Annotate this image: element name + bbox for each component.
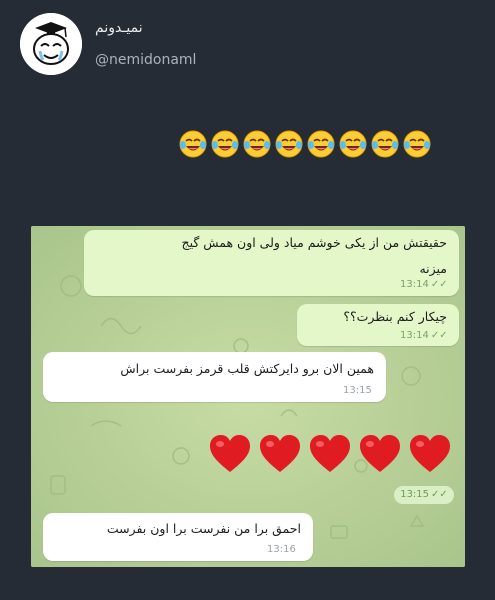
hearts-message bbox=[208, 434, 452, 474]
message-bubble-incoming: احمق برا من نفرست برا اون بفرست 13:16 bbox=[43, 513, 313, 561]
display-name[interactable]: نمیـدونم bbox=[95, 20, 143, 36]
double-check-icon: ✓✓ bbox=[430, 330, 448, 341]
message-time-text: 13:15 bbox=[343, 385, 372, 396]
message-bubble-outgoing: حقیقتش من از یکی خوشم میاد ولی اون همش گ… bbox=[84, 230, 459, 296]
message-time: 13:14 ✓✓ bbox=[400, 279, 448, 291]
message-time-text: 13:15 bbox=[400, 489, 430, 500]
message-bubble-incoming: همین الان برو دایرکتش قلب قرمز بفرست برا… bbox=[43, 352, 386, 402]
message-text: همین الان برو دایرکتش قلب قرمز بفرست برا… bbox=[120, 361, 374, 376]
red-heart-icon bbox=[310, 435, 350, 472]
user-handle[interactable]: @nemidonaml bbox=[95, 52, 196, 68]
double-check-icon: ✓✓ bbox=[430, 279, 448, 290]
red-heart-icon bbox=[360, 435, 400, 472]
message-text: حقیقتش من از یکی خوشم میاد ولی اون همش گ… bbox=[181, 235, 447, 250]
face-with-tears-of-joy-icon bbox=[179, 130, 207, 158]
message-time: 13:15 ✓✓ bbox=[394, 486, 454, 504]
face-with-tears-of-joy-icon bbox=[371, 130, 399, 158]
message-time-text: 13:14 bbox=[400, 279, 429, 290]
emoji-row bbox=[178, 129, 432, 159]
message-time: 13:16 bbox=[267, 544, 296, 556]
message-bubble-outgoing: چیکار کنم بنظرت؟؟ 13:14 ✓✓ bbox=[297, 304, 459, 346]
message-time: 13:15 bbox=[343, 385, 372, 397]
face-with-tears-of-joy-icon bbox=[243, 130, 271, 158]
red-heart-icon bbox=[410, 435, 450, 472]
message-time: 13:14 ✓✓ bbox=[400, 330, 448, 342]
red-heart-icon bbox=[260, 435, 300, 472]
face-with-tears-of-joy-icon bbox=[339, 130, 367, 158]
chat-screenshot-image[interactable]: حقیقتش من از یکی خوشم میاد ولی اون همش گ… bbox=[31, 226, 465, 567]
face-with-tears-of-joy-icon bbox=[403, 130, 431, 158]
red-heart-icon bbox=[210, 435, 250, 472]
message-time-text: 13:14 bbox=[400, 330, 429, 341]
avatar-cartoon-icon bbox=[20, 13, 82, 75]
face-with-tears-of-joy-icon bbox=[211, 130, 239, 158]
face-with-tears-of-joy-icon bbox=[275, 130, 303, 158]
message-text: احمق برا من نفرست برا اون بفرست bbox=[106, 521, 301, 536]
message-time-text: 13:16 bbox=[267, 544, 296, 555]
message-text: چیکار کنم بنظرت؟؟ bbox=[343, 309, 447, 324]
avatar[interactable] bbox=[20, 13, 82, 75]
double-check-icon: ✓✓ bbox=[431, 489, 448, 500]
face-with-tears-of-joy-icon bbox=[307, 130, 335, 158]
